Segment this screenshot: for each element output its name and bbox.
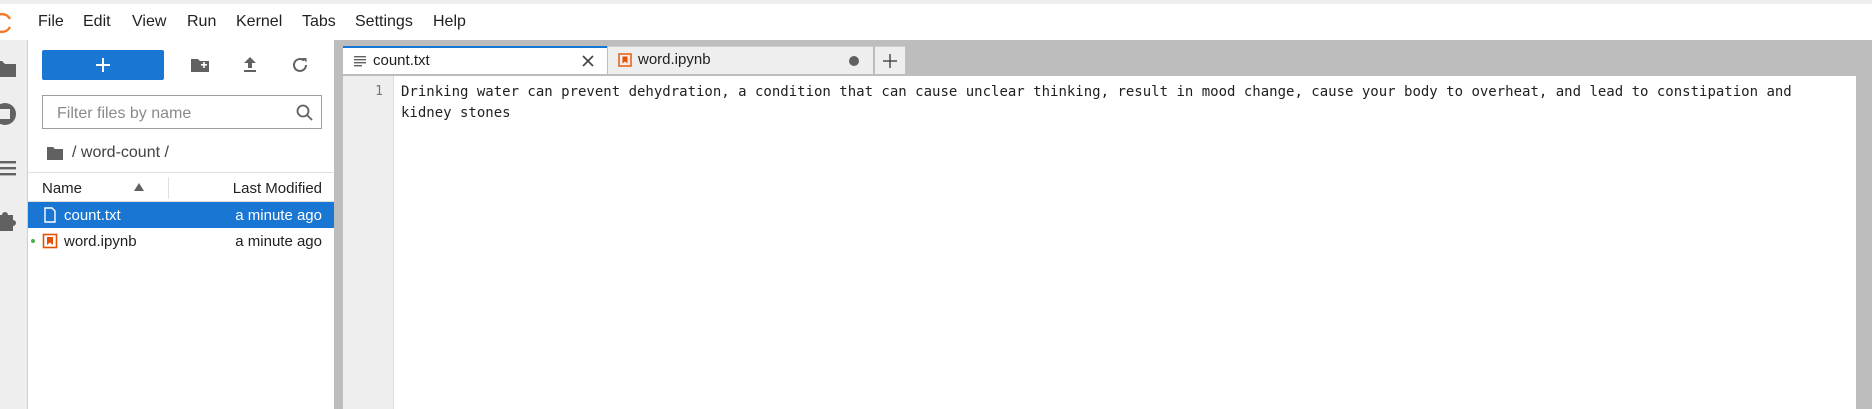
column-last-modified[interactable]: Last Modified [233, 180, 322, 197]
file-filter-input[interactable] [55, 103, 279, 125]
tab-label: word.ipynb [638, 51, 711, 68]
main-area: count.txt word.ipynb 1 Drinking water ca… [335, 40, 1872, 409]
column-name[interactable]: Name [42, 180, 82, 197]
new-folder-icon[interactable] [188, 53, 212, 77]
jupyter-logo-icon[interactable] [0, 11, 14, 35]
file-modified: a minute ago [235, 233, 322, 250]
line-number-gutter: 1 [343, 76, 394, 409]
menu-settings[interactable]: Settings [355, 13, 413, 31]
line-number: 1 [375, 84, 383, 99]
close-icon[interactable] [581, 54, 595, 68]
file-row-word-ipynb[interactable]: word.ipynb a minute ago [28, 228, 334, 254]
menu-run[interactable]: Run [187, 13, 216, 31]
text-file-icon [354, 56, 366, 67]
running-sessions-icon[interactable] [0, 100, 19, 128]
notebook-file-icon [42, 233, 58, 249]
unsaved-changes-icon[interactable] [849, 56, 859, 66]
menu-bar: File Edit View Run Kernel Tabs Settings … [0, 4, 1872, 41]
file-modified: a minute ago [235, 207, 322, 224]
sort-ascending-icon [134, 183, 144, 191]
tab-count-txt[interactable]: count.txt [343, 46, 607, 74]
file-filter-box [42, 95, 322, 129]
menu-edit[interactable]: Edit [83, 13, 111, 31]
refresh-icon[interactable] [288, 53, 312, 77]
menu-file[interactable]: File [38, 13, 64, 31]
add-tab-button[interactable] [875, 46, 905, 74]
file-browser: / word-count / Name Last Modified count.… [28, 40, 335, 409]
upload-icon[interactable] [238, 53, 262, 77]
menu-kernel[interactable]: Kernel [236, 13, 282, 31]
extension-manager-icon[interactable] [0, 206, 19, 234]
text-file-icon [44, 207, 56, 223]
home-folder-icon[interactable] [46, 145, 64, 161]
menu-tabs[interactable]: Tabs [302, 13, 336, 31]
file-row-count-txt[interactable]: count.txt a minute ago [28, 202, 334, 228]
breadcrumb-path[interactable]: / word-count / [72, 144, 169, 162]
column-divider[interactable] [168, 177, 169, 199]
plus-icon [883, 54, 897, 68]
vertical-scrollbar[interactable] [1856, 76, 1872, 409]
search-icon [296, 104, 313, 121]
file-name: word.ipynb [64, 233, 137, 250]
tab-word-ipynb[interactable]: word.ipynb [608, 46, 873, 74]
table-of-contents-icon[interactable] [0, 154, 19, 182]
plus-icon [96, 58, 110, 72]
editor-content[interactable]: Drinking water can prevent dehydration, … [401, 82, 1847, 124]
notebook-file-icon [618, 53, 632, 67]
text-editor[interactable]: 1 Drinking water can prevent dehydration… [343, 76, 1856, 409]
menu-help[interactable]: Help [433, 13, 466, 31]
tab-bar: count.txt word.ipynb [335, 40, 1872, 74]
menu-view[interactable]: View [132, 13, 166, 31]
tab-label: count.txt [373, 52, 430, 69]
file-name: count.txt [64, 207, 121, 224]
running-kernel-indicator [31, 239, 35, 243]
breadcrumb: / word-count / [46, 142, 169, 164]
file-list-header: Name Last Modified [28, 172, 334, 202]
new-launcher-button[interactable] [42, 50, 164, 80]
folder-icon[interactable] [0, 54, 19, 82]
activity-bar [0, 40, 28, 409]
